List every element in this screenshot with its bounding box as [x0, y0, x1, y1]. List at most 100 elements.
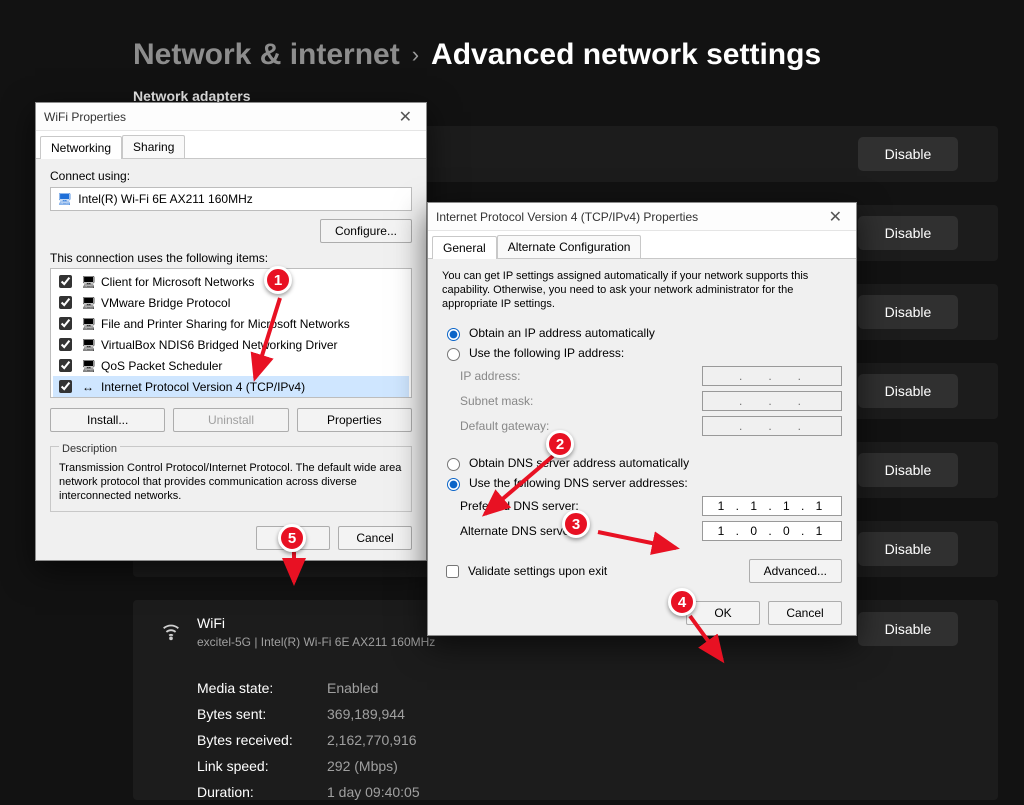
protocol-icon: 🖥	[81, 317, 95, 331]
breadcrumb-current: Advanced network settings	[431, 38, 821, 72]
gateway-field	[702, 416, 842, 436]
configure-button[interactable]: Configure...	[320, 219, 412, 243]
stat-key: Bytes sent:	[197, 701, 327, 727]
disable-button[interactable]: Disable	[858, 612, 958, 646]
item-checkbox[interactable]	[59, 317, 72, 330]
chevron-right-icon: ›	[412, 42, 419, 68]
item-label: File and Printer Sharing for Microsoft N…	[101, 317, 350, 331]
adapter-name-text: Intel(R) Wi-Fi 6E AX211 160MHz	[78, 192, 253, 206]
list-item[interactable]: 🖥 Client for Microsoft Networks	[53, 271, 409, 292]
annotation-1: 1	[264, 266, 292, 294]
tab-networking[interactable]: Networking	[40, 136, 122, 159]
description-heading: Description	[59, 443, 120, 455]
network-adapter-icon: 🖥	[57, 192, 72, 206]
list-item[interactable]: 🖥 VirtualBox NDIS6 Bridged Networking Dri…	[53, 334, 409, 355]
radio-ip-manual[interactable]	[447, 348, 460, 361]
gateway-label: Default gateway:	[460, 419, 549, 433]
item-label: Client for Microsoft Networks	[101, 275, 254, 289]
tab-sharing[interactable]: Sharing	[122, 135, 185, 158]
item-checkbox[interactable]	[59, 359, 72, 372]
close-icon[interactable]: ✕	[823, 207, 848, 227]
radio-ip-auto-label: Obtain an IP address automatically	[469, 326, 655, 340]
cancel-button[interactable]: Cancel	[768, 601, 842, 625]
list-item[interactable]: 🖥 File and Printer Sharing for Microsoft …	[53, 313, 409, 334]
adapter-stats: Media state:Enabled Bytes sent:369,189,9…	[197, 675, 420, 805]
validate-label: Validate settings upon exit	[468, 564, 607, 578]
adapter-field[interactable]: 🖥 Intel(R) Wi-Fi 6E AX211 160MHz	[50, 187, 412, 211]
tab-alternate-config[interactable]: Alternate Configuration	[497, 235, 642, 258]
uninstall-button[interactable]: Uninstall	[173, 408, 288, 432]
disable-button[interactable]: Disable	[858, 137, 958, 171]
breadcrumb-parent[interactable]: Network & internet	[133, 38, 400, 72]
annotation-4: 4	[668, 588, 696, 616]
item-label: Internet Protocol Version 4 (TCP/IPv4)	[101, 380, 305, 394]
ip-address-label: IP address:	[460, 369, 520, 383]
dialog-title: WiFi Properties	[44, 110, 126, 124]
items-label: This connection uses the following items…	[50, 251, 412, 265]
disable-button[interactable]: Disable	[858, 216, 958, 250]
disable-button[interactable]: Disable	[858, 374, 958, 408]
stat-val: 292 (Mbps)	[327, 753, 398, 779]
radio-dns-manual[interactable]	[447, 478, 460, 491]
pref-dns-label: Preferred DNS server:	[460, 499, 579, 513]
stat-val: 2,162,770,916	[327, 727, 417, 753]
protocol-icon: 🖥	[81, 275, 95, 289]
adapter-sub: excitel-5G | Intel(R) Wi-Fi 6E AX211 160…	[197, 635, 435, 649]
connection-items-list[interactable]: 🖥Client for Microsoft Networks🖥VMware Br…	[50, 268, 412, 398]
item-checkbox[interactable]	[59, 338, 72, 351]
item-checkbox[interactable]	[59, 296, 72, 309]
stat-key: Media state:	[197, 675, 327, 701]
properties-button[interactable]: Properties	[297, 408, 412, 432]
item-checkbox[interactable]	[59, 380, 72, 393]
connect-using-label: Connect using:	[50, 169, 412, 183]
dialog-title: Internet Protocol Version 4 (TCP/IPv4) P…	[436, 210, 698, 224]
wifi-icon	[160, 620, 182, 647]
validate-checkbox[interactable]	[446, 565, 459, 578]
radio-ip-auto[interactable]	[447, 328, 460, 341]
item-label: QoS Packet Scheduler	[101, 359, 222, 373]
stat-key: Duration:	[197, 779, 327, 805]
tab-general[interactable]: General	[432, 236, 497, 259]
list-item[interactable]: ↔ Internet Protocol Version 4 (TCP/IPv4)	[53, 376, 409, 397]
protocol-icon: 🖥	[81, 338, 95, 352]
list-item[interactable]: 🖥VMware Bridge Protocol	[53, 292, 409, 313]
stat-val: 369,189,944	[327, 701, 405, 727]
annotation-3: 3	[562, 510, 590, 538]
protocol-icon: ↔	[81, 380, 95, 394]
radio-ip-manual-label: Use the following IP address:	[469, 346, 624, 360]
install-button[interactable]: Install...	[50, 408, 165, 432]
breadcrumb: Network & internet › Advanced network se…	[133, 35, 821, 75]
ip-address-field	[702, 366, 842, 386]
annotation-5: 5	[278, 524, 306, 552]
stat-key: Bytes received:	[197, 727, 327, 753]
item-label: VMware Bridge Protocol	[101, 296, 230, 310]
stat-val: Enabled	[327, 675, 378, 701]
stat-val: 1 day 09:40:05	[327, 779, 420, 805]
wifi-properties-dialog: WiFi Properties ✕ Networking Sharing Con…	[35, 102, 427, 561]
radio-dns-auto-label: Obtain DNS server address automatically	[469, 456, 689, 470]
subnet-label: Subnet mask:	[460, 394, 533, 408]
description-text: Transmission Control Protocol/Internet P…	[59, 461, 403, 503]
cancel-button[interactable]: Cancel	[338, 526, 412, 550]
radio-dns-auto[interactable]	[447, 458, 460, 471]
ipv4-properties-dialog: Internet Protocol Version 4 (TCP/IPv4) P…	[427, 202, 857, 636]
disable-button[interactable]: Disable	[858, 453, 958, 487]
adapter-name: WiFi	[197, 615, 225, 631]
disable-button[interactable]: Disable	[858, 532, 958, 566]
protocol-icon: 🖥	[81, 359, 95, 373]
ok-button[interactable]: OK	[686, 601, 760, 625]
annotation-2: 2	[546, 430, 574, 458]
advanced-button[interactable]: Advanced...	[749, 559, 842, 583]
item-checkbox[interactable]	[59, 275, 72, 288]
disable-button[interactable]: Disable	[858, 295, 958, 329]
subnet-field	[702, 391, 842, 411]
pref-dns-field[interactable]	[702, 496, 842, 516]
alt-dns-field[interactable]	[702, 521, 842, 541]
alt-dns-label: Alternate DNS server:	[460, 524, 577, 538]
close-icon[interactable]: ✕	[393, 107, 418, 127]
radio-dns-manual-label: Use the following DNS server addresses:	[469, 476, 688, 490]
list-item[interactable]: 🖥 QoS Packet Scheduler	[53, 355, 409, 376]
item-label: VirtualBox NDIS6 Bridged Networking Driv…	[101, 338, 338, 352]
ipv4-intro: You can get IP settings assigned automat…	[442, 269, 842, 311]
list-item[interactable]: ↔Microsoft Network Adapter Multiplexor P…	[53, 397, 409, 398]
